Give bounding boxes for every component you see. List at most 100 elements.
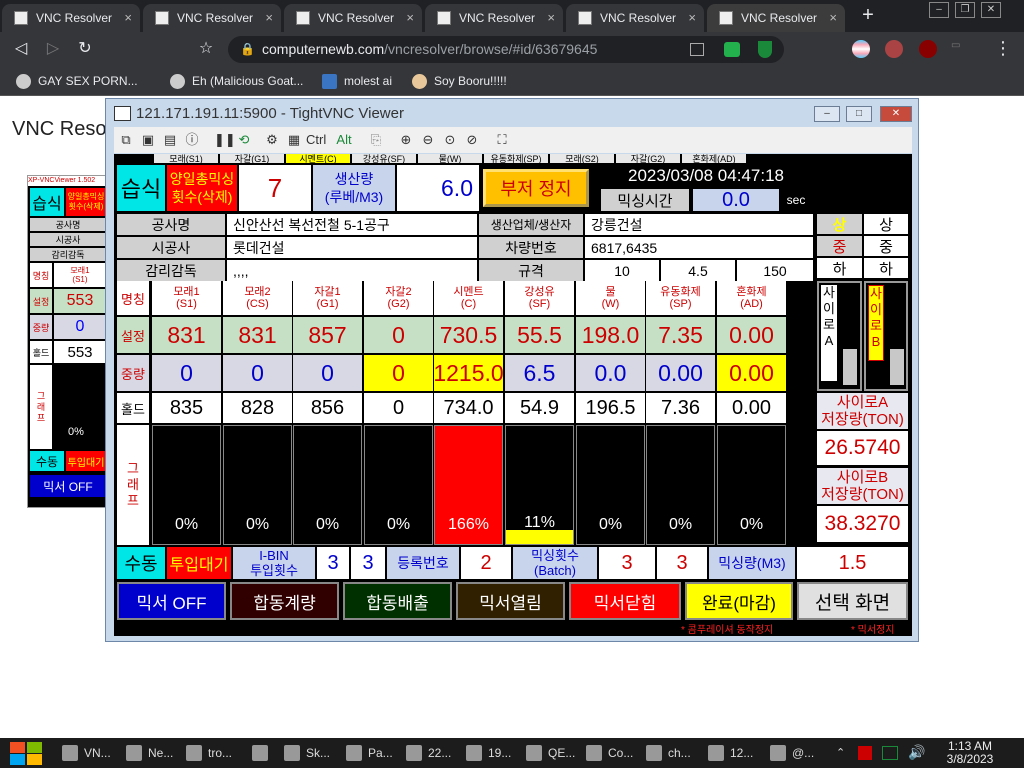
thumbnail-screenshot[interactable]: XP-VNCViewer 1.502 습식 양일총믹싱 횟수(삭제) 공사명 시… <box>27 175 108 508</box>
vnc-close-button[interactable]: ✕ <box>880 106 912 122</box>
avatar[interactable] <box>885 40 903 58</box>
close-window-button[interactable]: ✕ <box>981 2 1001 18</box>
grade-mid-label[interactable]: 중 <box>817 236 862 256</box>
minimize-window-button[interactable]: – <box>929 2 949 18</box>
bookmark-item[interactable]: Soy Booru!!!!! <box>412 72 507 90</box>
taskbar-item[interactable]: 12... <box>706 741 764 765</box>
wet-mode-indicator[interactable]: 습식 <box>117 165 165 211</box>
taskbar-item[interactable]: Ne... <box>124 741 180 765</box>
material-tab[interactable]: 자갈(G1) <box>220 154 284 163</box>
zoom-out-icon[interactable]: ⊖ <box>420 131 436 149</box>
complete-button[interactable]: 완료(마감) <box>685 582 793 620</box>
taskbar-item[interactable]: @... <box>768 741 826 765</box>
win-key-icon[interactable]: ▦ <box>286 131 302 149</box>
restore-window-button[interactable]: ❐ <box>955 2 975 18</box>
ublock-icon[interactable] <box>919 40 937 58</box>
browser-tab-5[interactable]: VNC Resolver × <box>566 4 704 32</box>
remote-screen[interactable]: 모래(S1) 자갈(G1) 시멘트(C) 강성유(SF) 물(W) 유동화제(SP) 모래(… <box>114 154 912 636</box>
close-icon[interactable]: × <box>406 4 414 32</box>
clipboard-icon[interactable]: ⎘ <box>368 131 384 149</box>
close-icon[interactable]: × <box>829 4 837 32</box>
vnc-minimize-button[interactable]: – <box>814 106 840 122</box>
extension-icon[interactable]: ▭ <box>951 40 969 58</box>
material-tab[interactable]: 모래(S1) <box>154 154 218 163</box>
zoom-fit-icon[interactable]: ⊘ <box>464 131 480 149</box>
taskbar-item[interactable]: QE... <box>524 741 580 765</box>
back-icon[interactable]: ◁ <box>10 38 32 60</box>
fullscreen-icon[interactable]: ⛶ <box>494 131 510 149</box>
network-icon[interactable] <box>882 746 898 760</box>
mixer-open-button[interactable]: 믹서열림 <box>456 582 565 620</box>
options-icon[interactable]: ▤ <box>162 131 178 149</box>
save-icon[interactable]: ▣ <box>140 131 156 149</box>
tray-chevron-icon[interactable]: ⌃ <box>836 746 845 759</box>
taskbar-item[interactable]: 22... <box>404 741 460 765</box>
ctrl-key-button[interactable]: Ctrl <box>306 131 326 149</box>
bookmark-item[interactable]: Eh (Malicious Goat... <box>170 72 303 90</box>
grade-low-label[interactable]: 하 <box>817 258 862 278</box>
app-icon <box>466 745 482 761</box>
volume-icon[interactable]: 🔊 <box>908 744 925 761</box>
reload-icon[interactable]: ↻ <box>74 38 96 60</box>
vnc-toolbar: ⧉ ▣ ▤ ⓘ ❚❚ ⟲ ⚙ ▦ Ctrl Alt ⎘ ⊕ ⊖ ⊙ ⊘ ⛶ <box>114 127 912 153</box>
bookmark-item[interactable]: GAY SEX PORN... <box>16 72 138 90</box>
zoom-in-icon[interactable]: ⊕ <box>398 131 414 149</box>
shield-icon[interactable] <box>758 41 772 58</box>
new-tab-button[interactable]: + <box>857 4 879 28</box>
pause-icon[interactable]: ❚❚ <box>214 131 236 149</box>
material-graph: 0% <box>223 425 292 545</box>
material-tab[interactable]: 혼화제(AD) <box>682 154 746 163</box>
mixer-close-button[interactable]: 믹서닫힘 <box>569 582 681 620</box>
browser-tab-6[interactable]: VNC Resolver × <box>707 4 845 32</box>
taskbar-item[interactable]: Pa... <box>344 741 400 765</box>
menu-icon[interactable]: ⋮ <box>994 38 1012 59</box>
taskbar-item[interactable]: Sk... <box>282 741 338 765</box>
vnc-maximize-button[interactable]: □ <box>846 106 872 122</box>
material-tab[interactable]: 물(W) <box>418 154 482 163</box>
translate-icon[interactable] <box>690 43 704 56</box>
close-icon[interactable]: × <box>124 4 132 32</box>
alt-key-button[interactable]: Alt <box>336 131 352 149</box>
buzzer-stop-button[interactable]: 부저 정지 <box>483 169 589 207</box>
taskbar-item[interactable]: Co... <box>584 741 640 765</box>
bookmark-item[interactable]: molest ai <box>322 72 392 90</box>
grade-high-label[interactable]: 상 <box>817 214 862 234</box>
forward-icon[interactable]: ▷ <box>42 38 64 60</box>
info-icon[interactable]: ⓘ <box>184 131 200 149</box>
ctrl-alt-del-icon[interactable]: ⚙ <box>264 131 280 149</box>
zoom-100-icon[interactable]: ⊙ <box>442 131 458 149</box>
profile-flag-icon[interactable] <box>852 40 870 58</box>
new-connection-icon[interactable]: ⧉ <box>118 131 134 149</box>
material-tab[interactable]: 유동화제(SP) <box>484 154 548 163</box>
extension-icon[interactable] <box>724 42 740 57</box>
taskbar-item[interactable]: VN... <box>60 741 118 765</box>
taskbar-item[interactable]: 19... <box>464 741 520 765</box>
close-icon[interactable]: × <box>265 4 273 32</box>
flag-icon[interactable] <box>858 746 872 760</box>
close-icon[interactable]: × <box>547 4 555 32</box>
select-screen-button[interactable]: 선택 화면 <box>797 582 908 620</box>
daily-count-label[interactable]: 양일총믹싱 횟수(삭제) <box>167 165 237 211</box>
browser-tab-1[interactable]: VNC Resolver × <box>2 4 140 32</box>
material-tab[interactable]: 시멘트(C) <box>286 154 350 163</box>
taskbar-item[interactable]: ch... <box>644 741 702 765</box>
taskbar-item[interactable] <box>250 741 274 765</box>
bookmark-star-icon[interactable]: ☆ <box>195 38 217 60</box>
silo-a-storage-value: 26.5740 <box>817 431 908 465</box>
joint-discharge-button[interactable]: 합동배출 <box>343 582 452 620</box>
close-icon[interactable]: × <box>688 4 696 32</box>
taskbar-item[interactable]: tro... <box>184 741 244 765</box>
material-tab[interactable]: 자갈(G2) <box>616 154 680 163</box>
material-tab[interactable]: 강성유(SF) <box>352 154 416 163</box>
windows-start-icon[interactable] <box>10 742 43 765</box>
joint-weigh-button[interactable]: 합동계량 <box>230 582 339 620</box>
system-clock[interactable]: 1:13 AM 3/8/2023 <box>940 740 1000 766</box>
browser-tab-3[interactable]: VNC Resolver × <box>284 4 422 32</box>
browser-tab-2[interactable]: VNC Resolver × <box>143 4 281 32</box>
material-tab[interactable]: 모래(S2) <box>550 154 614 163</box>
refresh-icon[interactable]: ⟲ <box>236 131 252 149</box>
browser-tab-4[interactable]: VNC Resolver × <box>425 4 563 32</box>
mixer-off-button[interactable]: 믹서 OFF <box>117 582 226 620</box>
address-bar[interactable]: 🔒 computernewb.com/vncresolver/browse/#i… <box>228 36 784 63</box>
manual-mode-button[interactable]: 수동 <box>117 547 165 579</box>
